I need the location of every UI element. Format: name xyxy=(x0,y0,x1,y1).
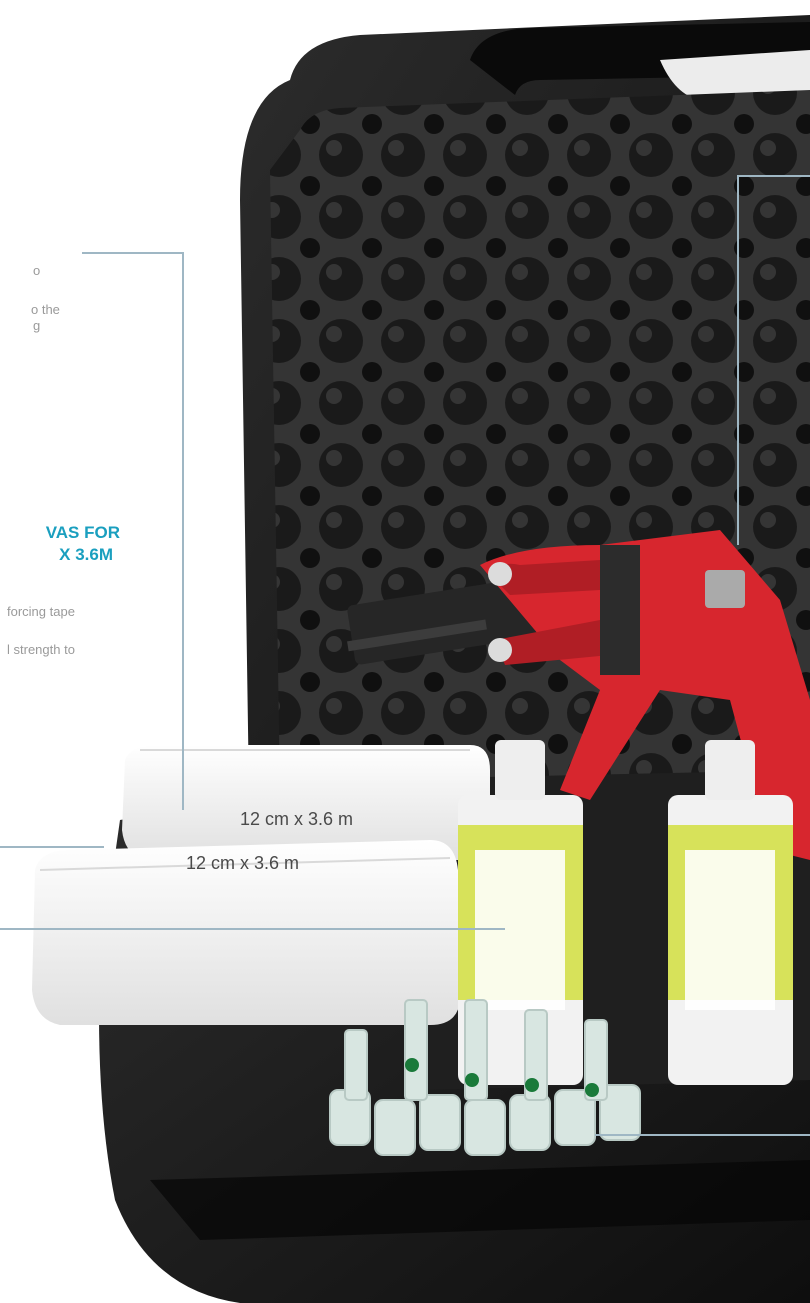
product-scene: o o the g VAS FOR X 3.6M forcing tape l … xyxy=(0,0,810,1303)
roll-label-upper: 12 cm x 3.6 m xyxy=(240,809,354,829)
leader-canvas-top-h xyxy=(82,252,184,254)
description-top-line-2: o the xyxy=(31,302,60,317)
leader-gun-h xyxy=(737,175,810,177)
description-top-line-1: o xyxy=(33,263,41,278)
leader-roll-lower xyxy=(0,846,104,848)
product-photo xyxy=(32,15,810,1303)
canvas-heading-line-1: VAS FOR xyxy=(45,523,120,542)
canvas-rolls xyxy=(32,745,490,1025)
canvas-description-line-2: l strength to xyxy=(7,642,75,657)
canvas-heading-line-2: X 3.6M xyxy=(59,545,113,564)
roll-label-lower: 12 cm x 3.6 m xyxy=(186,853,300,873)
leader-gun-v xyxy=(737,175,739,545)
leader-nozzle xyxy=(595,1134,810,1136)
description-top-line-3: g xyxy=(33,318,41,333)
leader-canvas-top-v xyxy=(182,252,184,810)
leader-cartridge xyxy=(0,928,505,930)
canvas-description-line-1: forcing tape xyxy=(7,604,75,619)
